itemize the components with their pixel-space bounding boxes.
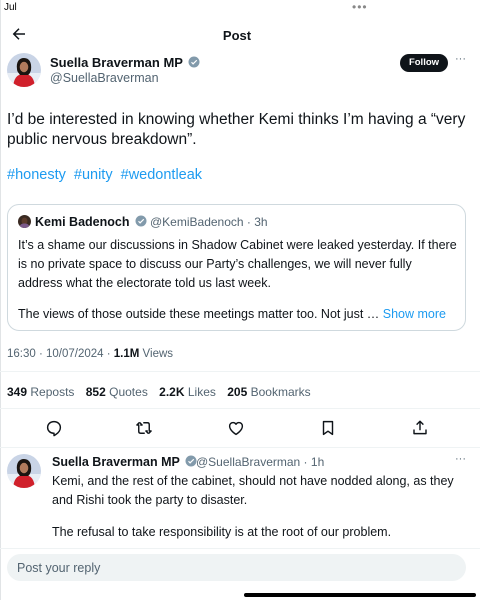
post-timestamp: 16:30 · 10/07/2024 · 1.1M Views	[7, 348, 173, 360]
author-name-text: Suella Braverman MP	[50, 55, 183, 70]
show-more-link[interactable]: Show more	[383, 307, 446, 321]
quote-author-handle: @KemiBadenoch · 3h	[150, 215, 268, 229]
likes-stat[interactable]: 2.2K Likes	[159, 385, 216, 399]
action-bar	[0, 417, 480, 441]
reply-author-name[interactable]: Suella Braverman MP	[52, 455, 197, 469]
bookmarks-count: 205	[227, 385, 248, 399]
home-indicator[interactable]	[244, 593, 476, 597]
divider	[0, 408, 480, 409]
quotes-count: 852	[85, 385, 106, 399]
quote-text: It’s a shame our discussions in Shadow C…	[18, 238, 457, 290]
follow-button[interactable]: Follow	[400, 54, 448, 72]
hashtag-link[interactable]: #unity	[74, 167, 113, 183]
timestamp-text: 16:30 · 10/07/2024 ·	[7, 348, 114, 360]
repost-icon[interactable]	[135, 419, 153, 437]
bookmarks-label: Bookmarks	[250, 385, 311, 399]
share-icon[interactable]	[411, 419, 429, 437]
reposts-count: 349	[7, 385, 28, 399]
hashtag-link[interactable]: #wedontleak	[121, 167, 202, 183]
quote-avatar	[18, 215, 31, 228]
quotes-label: Quotes	[109, 385, 148, 399]
hashtag-link[interactable]: #honesty	[7, 167, 66, 183]
author-handle[interactable]: @SuellaBraverman	[50, 71, 159, 85]
window-edge	[0, 0, 1, 600]
status-time: Jul	[4, 2, 17, 13]
verified-badge-icon	[188, 56, 200, 68]
likes-label: Likes	[187, 385, 216, 399]
post-text: I’d be interested in knowing whether Kem…	[7, 111, 466, 148]
like-icon[interactable]	[227, 419, 245, 437]
divider	[0, 447, 480, 448]
reply-author-name-text: Suella Braverman MP	[52, 455, 180, 469]
reply-input[interactable]	[7, 554, 466, 581]
more-options-icon[interactable]: ···	[455, 53, 466, 65]
avatar[interactable]	[7, 53, 41, 87]
status-bar: Jul •••	[0, 0, 480, 16]
author-name[interactable]: Suella Braverman MP	[50, 55, 200, 70]
quote-text-truncated: The views of those outside these meeting…	[18, 307, 383, 321]
top-bar: Post	[0, 22, 480, 52]
page-title: Post	[222, 28, 252, 43]
views-count: 1.1M	[113, 348, 140, 360]
verified-badge-icon	[135, 215, 147, 227]
multitask-dots-icon[interactable]: •••	[352, 0, 368, 14]
reply-more-options-icon[interactable]: ···	[455, 453, 466, 465]
quote-text-continued: The views of those outside these meeting…	[18, 305, 458, 324]
reply-avatar[interactable]	[7, 454, 41, 488]
engagement-stats: 349 Reposts 852 Quotes 2.2K Likes 205 Bo…	[7, 385, 319, 399]
reposts-stat[interactable]: 349 Reposts	[7, 385, 74, 399]
reply-text-continued: The refusal to take responsibility is at…	[52, 525, 392, 539]
bookmark-icon[interactable]	[319, 419, 337, 437]
quote-author-name-text: Kemi Badenoch	[35, 215, 130, 229]
reposts-label: Reposts	[30, 385, 75, 399]
divider	[0, 548, 480, 549]
reply-icon[interactable]	[45, 419, 63, 437]
quoted-post-card[interactable]: Kemi Badenoch @KemiBadenoch · 3h It’s a …	[7, 204, 466, 331]
views-label: Views	[139, 348, 174, 360]
likes-count: 2.2K	[159, 385, 185, 399]
divider	[0, 371, 480, 372]
reply-text: Kemi, and the rest of the cabinet, shoul…	[52, 474, 454, 507]
reply-author-handle[interactable]: @SuellaBraverman · 1h	[196, 455, 324, 469]
hashtags: #honesty #unity #wedontleak	[7, 167, 206, 183]
bookmarks-stat[interactable]: 205 Bookmarks	[227, 385, 310, 399]
quotes-stat[interactable]: 852 Quotes	[86, 385, 148, 399]
quote-author-name: Kemi Badenoch	[35, 215, 147, 229]
